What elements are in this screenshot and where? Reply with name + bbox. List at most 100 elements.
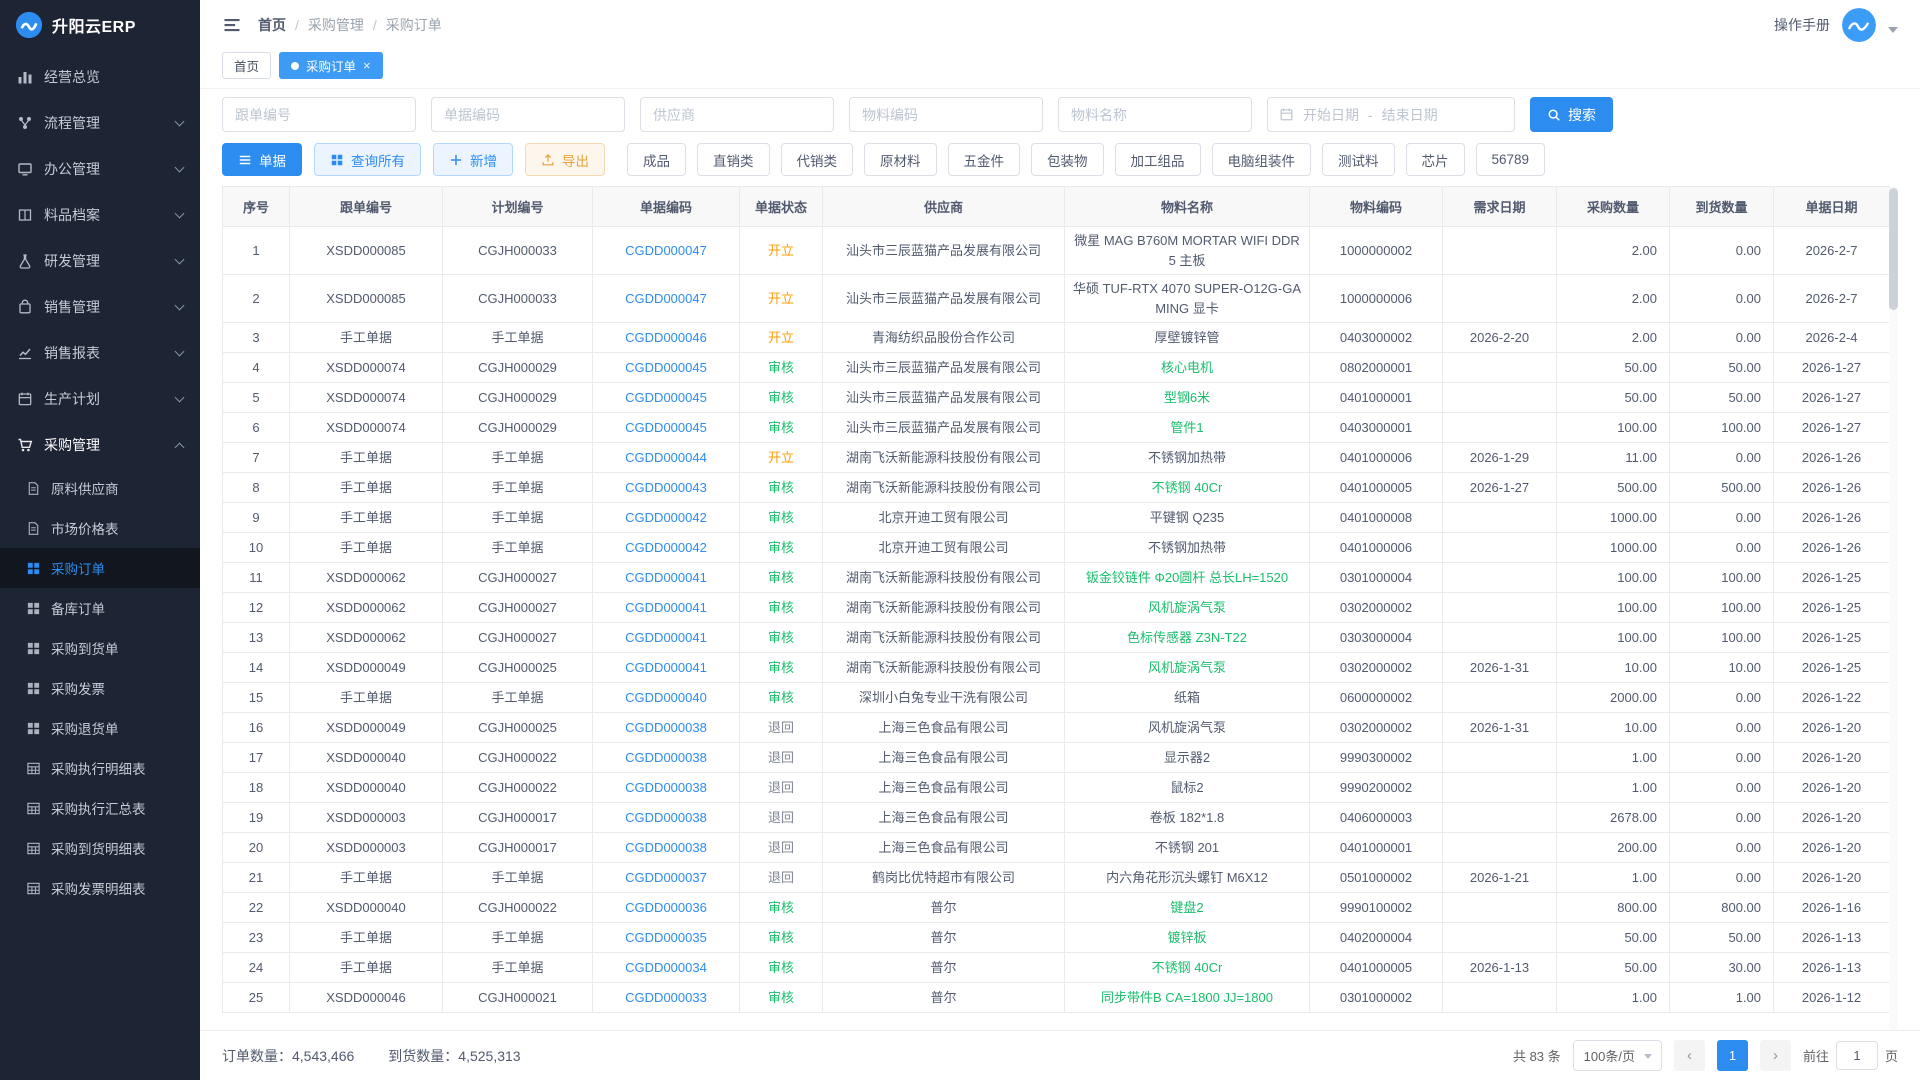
doc-code-link[interactable]: CGDD000041	[625, 630, 707, 645]
sidebar-item-sales-report[interactable]: 销售报表	[0, 330, 200, 376]
sidebar-item-process[interactable]: 流程管理	[0, 100, 200, 146]
page-1-button[interactable]: 1	[1717, 1040, 1748, 1071]
doc-code-link[interactable]: CGDD000042	[625, 510, 707, 525]
goto-page-input[interactable]	[1836, 1041, 1878, 1070]
table-row[interactable]: 7手工单据手工单据CGDD000044开立湖南飞沃新能源科技股份有限公司不锈钢加…	[223, 443, 1890, 473]
sidebar-subitem-purchase-arrival[interactable]: 采购到货单	[0, 628, 200, 668]
chevron-down-icon[interactable]	[1888, 27, 1898, 33]
table-row[interactable]: 2XSDD000085CGJH000033CGDD000047开立汕头市三辰蓝猫…	[223, 275, 1890, 323]
sidebar-subitem-invoice-detail[interactable]: 采购发票明细表	[0, 868, 200, 908]
sidebar-item-purchase[interactable]: 采购管理	[0, 422, 200, 468]
doc-code-input[interactable]	[431, 97, 625, 132]
table-row[interactable]: 6XSDD000074CGJH000029CGDD000045审核汕头市三辰蓝猫…	[223, 413, 1890, 443]
date-range-picker[interactable]: 开始日期-结束日期	[1267, 97, 1515, 132]
sidebar-subitem-arrival-detail[interactable]: 采购到货明细表	[0, 828, 200, 868]
table-row[interactable]: 9手工单据手工单据CGDD000042审核北京开迪工贸有限公司平键钢 Q2350…	[223, 503, 1890, 533]
table-row[interactable]: 10手工单据手工单据CGDD000042审核北京开迪工贸有限公司不锈钢加热带04…	[223, 533, 1890, 563]
sidebar-subitem-exec-detail[interactable]: 采购执行明细表	[0, 748, 200, 788]
add-button[interactable]: 新增	[433, 143, 513, 176]
doc-code-link[interactable]: CGDD000038	[625, 780, 707, 795]
trace-no-input[interactable]	[222, 97, 416, 132]
manual-link[interactable]: 操作手册	[1774, 15, 1830, 35]
category-chip[interactable]: 直销类	[697, 143, 770, 176]
doc-code-link[interactable]: CGDD000034	[625, 960, 707, 975]
sidebar-subitem-stock-order[interactable]: 备库订单	[0, 588, 200, 628]
table-row[interactable]: 18XSDD000040CGJH000022CGDD000038退回上海三色食品…	[223, 773, 1890, 803]
doc-code-link[interactable]: CGDD000043	[625, 480, 707, 495]
doc-code-link[interactable]: CGDD000047	[625, 291, 707, 306]
table-row[interactable]: 3手工单据手工单据CGDD000046开立青海纺织品股份合作公司厚壁镀锌管040…	[223, 323, 1890, 353]
table-row[interactable]: 25XSDD000046CGJH000021CGDD000033审核普尔同步带件…	[223, 983, 1890, 1013]
doc-code-link[interactable]: CGDD000033	[625, 990, 707, 1005]
doc-code-link[interactable]: CGDD000038	[625, 750, 707, 765]
sidebar-subitem-purchase-order[interactable]: 采购订单	[0, 548, 200, 588]
sidebar-item-office[interactable]: 办公管理	[0, 146, 200, 192]
doc-button[interactable]: 单据	[222, 143, 302, 176]
close-icon[interactable]: ×	[363, 59, 371, 72]
sidebar-item-production-plan[interactable]: 生产计划	[0, 376, 200, 422]
sidebar-subitem-raw-supplier[interactable]: 原料供应商	[0, 468, 200, 508]
doc-code-link[interactable]: CGDD000044	[625, 450, 707, 465]
doc-code-link[interactable]: CGDD000041	[625, 660, 707, 675]
doc-code-link[interactable]: CGDD000042	[625, 540, 707, 555]
table-row[interactable]: 24手工单据手工单据CGDD000034审核普尔不锈钢 40Cr04010000…	[223, 953, 1890, 983]
table-row[interactable]: 15手工单据手工单据CGDD000040审核深圳小白兔专业干洗有限公司纸箱060…	[223, 683, 1890, 713]
doc-code-link[interactable]: CGDD000038	[625, 720, 707, 735]
material-name-input[interactable]	[1058, 97, 1252, 132]
doc-code-link[interactable]: CGDD000041	[625, 570, 707, 585]
table-row[interactable]: 1XSDD000085CGJH000033CGDD000047开立汕头市三辰蓝猫…	[223, 227, 1890, 275]
category-chip[interactable]: 芯片	[1406, 143, 1465, 176]
table-row[interactable]: 20XSDD000003CGJH000017CGDD000038退回上海三色食品…	[223, 833, 1890, 863]
table-row[interactable]: 12XSDD000062CGJH000027CGDD000041审核湖南飞沃新能…	[223, 593, 1890, 623]
doc-code-link[interactable]: CGDD000041	[625, 600, 707, 615]
category-chip[interactable]: 代销类	[781, 143, 854, 176]
supplier-input[interactable]	[640, 97, 834, 132]
sidebar-item-material-archive[interactable]: 料品档案	[0, 192, 200, 238]
doc-code-link[interactable]: CGDD000045	[625, 360, 707, 375]
doc-code-link[interactable]: CGDD000037	[625, 870, 707, 885]
breadcrumb-home[interactable]: 首页	[258, 15, 286, 35]
prev-page-button[interactable]	[1674, 1040, 1705, 1071]
doc-code-link[interactable]: CGDD000040	[625, 690, 707, 705]
next-page-button[interactable]	[1760, 1040, 1791, 1071]
table-scrollbar-thumb[interactable]	[1889, 188, 1898, 310]
table-row[interactable]: 19XSDD000003CGJH000017CGDD000038退回上海三色食品…	[223, 803, 1890, 833]
breadcrumb-purchase-mgmt[interactable]: 采购管理	[308, 15, 364, 35]
sidebar-item-sales[interactable]: 销售管理	[0, 284, 200, 330]
table-row[interactable]: 17XSDD000040CGJH000022CGDD000038退回上海三色食品…	[223, 743, 1890, 773]
table-row[interactable]: 23手工单据手工单据CGDD000035审核普尔镀锌板040200000450.…	[223, 923, 1890, 953]
table-row[interactable]: 11XSDD000062CGJH000027CGDD000041审核湖南飞沃新能…	[223, 563, 1890, 593]
category-chip[interactable]: 原材料	[864, 143, 937, 176]
tab-purchase-order[interactable]: 采购订单×	[279, 52, 383, 79]
doc-code-link[interactable]: CGDD000045	[625, 390, 707, 405]
tab-home[interactable]: 首页	[222, 52, 271, 79]
sidebar-item-overview[interactable]: 经营总览	[0, 54, 200, 100]
doc-code-link[interactable]: CGDD000046	[625, 330, 707, 345]
sidebar-subitem-purchase-return[interactable]: 采购退货单	[0, 708, 200, 748]
doc-code-link[interactable]: CGDD000036	[625, 900, 707, 915]
category-chip[interactable]: 电脑组装件	[1212, 143, 1312, 176]
sidebar-item-rd[interactable]: 研发管理	[0, 238, 200, 284]
category-chip[interactable]: 五金件	[948, 143, 1021, 176]
breadcrumb-purchase-order[interactable]: 采购订单	[386, 15, 442, 35]
category-chip[interactable]: 加工组品	[1115, 143, 1201, 176]
category-chip[interactable]: 包装物	[1031, 143, 1104, 176]
table-row[interactable]: 21手工单据手工单据CGDD000037退回鹤岗比优特超市有限公司内六角花形沉头…	[223, 863, 1890, 893]
collapse-menu-icon[interactable]	[222, 15, 242, 35]
table-row[interactable]: 22XSDD000040CGJH000022CGDD000036审核普尔键盘29…	[223, 893, 1890, 923]
material-code-input[interactable]	[849, 97, 1043, 132]
category-chip[interactable]: 56789	[1476, 143, 1546, 176]
category-chip[interactable]: 测试料	[1322, 143, 1395, 176]
category-chip[interactable]: 成品	[627, 143, 686, 176]
table-row[interactable]: 14XSDD000049CGJH000025CGDD000041审核湖南飞沃新能…	[223, 653, 1890, 683]
sidebar-subitem-market-price[interactable]: 市场价格表	[0, 508, 200, 548]
page-size-select[interactable]: 100条/页	[1573, 1040, 1662, 1071]
sidebar-subitem-exec-summary[interactable]: 采购执行汇总表	[0, 788, 200, 828]
search-button[interactable]: 搜索	[1530, 97, 1613, 132]
table-row[interactable]: 8手工单据手工单据CGDD000043审核湖南飞沃新能源科技股份有限公司不锈钢 …	[223, 473, 1890, 503]
doc-code-link[interactable]: CGDD000047	[625, 243, 707, 258]
table-row[interactable]: 5XSDD000074CGJH000029CGDD000045审核汕头市三辰蓝猫…	[223, 383, 1890, 413]
doc-code-link[interactable]: CGDD000035	[625, 930, 707, 945]
table-row[interactable]: 16XSDD000049CGJH000025CGDD000038退回上海三色食品…	[223, 713, 1890, 743]
query-all-button[interactable]: 查询所有	[314, 143, 421, 176]
